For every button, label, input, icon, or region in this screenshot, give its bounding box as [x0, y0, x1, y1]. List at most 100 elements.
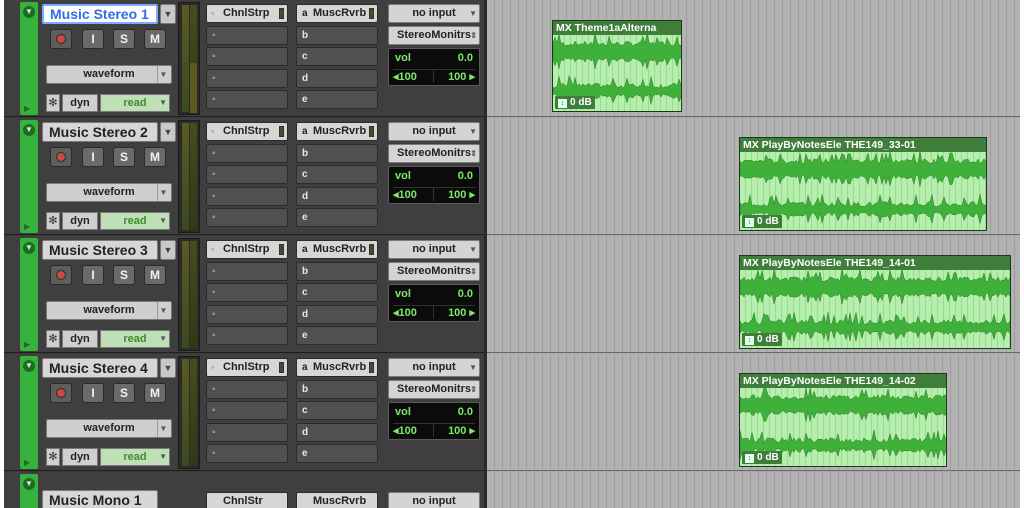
audio-clip[interactable]: MX PlayByNotesEle THE149_33-01 ↕ 0 dB	[739, 137, 987, 231]
track-color-bar[interactable]: ▼	[20, 474, 38, 508]
track-name[interactable]: Music Mono 1	[42, 490, 158, 508]
playlist-lane[interactable]: MX Theme1aAlterna ↕ 0 dB	[487, 0, 1020, 117]
output-select[interactable]: StereoMonitrs ⇕	[388, 262, 480, 281]
send-slot[interactable]: e	[296, 208, 378, 227]
playlist-lane[interactable]: MX PlayByNotesEle THE149_14-02 ↕ 0 dB	[487, 354, 1020, 471]
track-color-bar[interactable]: ▼ ▶	[20, 356, 38, 469]
dyn-button[interactable]: dyn	[62, 448, 98, 466]
input-monitor-button[interactable]: I	[82, 383, 104, 403]
volume-pan-display[interactable]: vol 0.0 ◂100 100 ▸	[388, 48, 480, 86]
track-row[interactable]: ▼ ▶ Music Stereo 1 ▼ I S M waveform ▼ ✻ dy…	[4, 0, 484, 130]
chevron-down-icon[interactable]: ▼	[160, 358, 176, 378]
send-slot[interactable]: e	[296, 444, 378, 463]
send-slot[interactable]: c	[296, 283, 378, 302]
insert-slot[interactable]: ◦	[206, 90, 288, 109]
chevron-down-icon[interactable]: ▼	[23, 478, 35, 490]
output-select[interactable]: StereoMonitrs ⇕	[388, 144, 480, 163]
insert-slot[interactable]: ◦	[206, 304, 288, 324]
track-color-bar[interactable]: ▼ ▶	[20, 120, 38, 233]
dyn-button[interactable]: dyn	[62, 94, 98, 112]
send-slot[interactable]: MuscRvrb	[296, 492, 378, 508]
solo-button[interactable]: S	[113, 265, 135, 285]
send-slot[interactable]: e	[296, 90, 378, 109]
audio-clip[interactable]: MX Theme1aAlterna ↕ 0 dB	[552, 20, 682, 112]
insert-slot[interactable]: ◦	[206, 379, 288, 399]
send-slot[interactable]: a MuscRvrb	[296, 358, 378, 377]
chevron-down-icon[interactable]: ▼	[23, 124, 35, 136]
insert-slot[interactable]: ◦	[206, 47, 288, 66]
insert-slot[interactable]: ◦ ChnlStrp	[206, 122, 288, 141]
send-slot[interactable]: c	[296, 47, 378, 66]
input-select[interactable]: no input ▼	[388, 122, 480, 141]
send-slot[interactable]: a MuscRvrb	[296, 4, 378, 23]
dyn-button[interactable]: dyn	[62, 330, 98, 348]
record-button[interactable]	[50, 147, 72, 167]
insert-slot[interactable]: ◦	[206, 401, 288, 420]
clip-gain[interactable]: ↕ 0 dB	[742, 333, 782, 346]
chevron-down-icon[interactable]: ▼	[160, 4, 176, 24]
dyn-button[interactable]: dyn	[62, 212, 98, 230]
input-select[interactable]: no input ▼	[388, 4, 480, 23]
snowflake-icon[interactable]: ✻	[46, 330, 60, 348]
send-slot[interactable]: c	[296, 401, 378, 420]
send-slot[interactable]: b	[296, 25, 378, 45]
input-monitor-button[interactable]: I	[82, 265, 104, 285]
insert-slot[interactable]: ◦	[206, 261, 288, 281]
clip-gain[interactable]: ↕ 0 dB	[742, 451, 782, 464]
send-slot[interactable]: d	[296, 304, 378, 324]
track-row-partial[interactable]: ▼ Music Mono 1 ChnlStr MuscRvrb no input	[4, 472, 484, 508]
send-slot[interactable]: e	[296, 326, 378, 345]
automation-mode-select[interactable]: read ▼	[100, 212, 170, 230]
insert-slot[interactable]: ◦ ChnlStrp	[206, 240, 288, 259]
snowflake-icon[interactable]: ✻	[46, 212, 60, 230]
mute-button[interactable]: M	[144, 29, 166, 49]
input-monitor-button[interactable]: I	[82, 29, 104, 49]
send-slot[interactable]: b	[296, 261, 378, 281]
insert-slot[interactable]: ◦	[206, 68, 288, 88]
record-button[interactable]	[50, 383, 72, 403]
insert-slot[interactable]: ◦	[206, 326, 288, 345]
input-monitor-button[interactable]: I	[82, 147, 104, 167]
send-slot[interactable]: b	[296, 143, 378, 163]
insert-slot[interactable]: ◦	[206, 25, 288, 45]
volume-pan-display[interactable]: vol 0.0 ◂100 100 ▸	[388, 284, 480, 322]
volume-pan-display[interactable]: vol 0.0 ◂100 100 ▸	[388, 166, 480, 204]
insert-slot[interactable]: ◦	[206, 186, 288, 206]
timeline[interactable]: MX Theme1aAlterna ↕ 0 dB MX PlayByNotesEl…	[484, 0, 1020, 508]
track-view-select[interactable]: waveform ▼	[46, 183, 172, 202]
send-slot[interactable]: d	[296, 422, 378, 442]
insert-slot[interactable]: ◦ ChnlStrp	[206, 4, 288, 23]
record-button[interactable]	[50, 265, 72, 285]
insert-slot[interactable]: ChnlStr	[206, 492, 288, 508]
clip-gain[interactable]: ↕ 0 dB	[555, 96, 595, 109]
send-slot[interactable]: d	[296, 186, 378, 206]
automation-mode-select[interactable]: read ▼	[100, 448, 170, 466]
track-color-bar[interactable]: ▼ ▶	[20, 2, 38, 115]
insert-slot[interactable]: ◦	[206, 143, 288, 163]
send-slot[interactable]: a MuscRvrb	[296, 122, 378, 141]
input-select[interactable]: no input ▼	[388, 358, 480, 377]
track-row[interactable]: ▼ ▶ Music Stereo 2 ▼ I S M waveform ▼ ✻ dy…	[4, 118, 484, 248]
mute-button[interactable]: M	[144, 383, 166, 403]
input-select[interactable]: no input ▼	[388, 240, 480, 259]
track-name[interactable]: Music Stereo 1	[42, 4, 158, 24]
solo-button[interactable]: S	[113, 29, 135, 49]
automation-mode-select[interactable]: read ▼	[100, 94, 170, 112]
track-name[interactable]: Music Stereo 4	[42, 358, 158, 378]
send-slot[interactable]: c	[296, 165, 378, 184]
track-row[interactable]: ▼ ▶ Music Stereo 4 ▼ I S M waveform ▼ ✻ dy…	[4, 354, 484, 484]
automation-mode-select[interactable]: read ▼	[100, 330, 170, 348]
record-button[interactable]	[50, 29, 72, 49]
solo-button[interactable]: S	[113, 147, 135, 167]
chevron-down-icon[interactable]: ▼	[160, 122, 176, 142]
insert-slot[interactable]: ◦	[206, 208, 288, 227]
volume-pan-display[interactable]: vol 0.0 ◂100 100 ▸	[388, 402, 480, 440]
snowflake-icon[interactable]: ✻	[46, 448, 60, 466]
track-view-select[interactable]: waveform ▼	[46, 65, 172, 84]
track-name[interactable]: Music Stereo 3	[42, 240, 158, 260]
chevron-down-icon[interactable]: ▼	[23, 6, 35, 18]
playlist-lane[interactable]: MX PlayByNotesEle THE149_33-01 ↕ 0 dB	[487, 118, 1020, 235]
mute-button[interactable]: M	[144, 265, 166, 285]
playlist-lane[interactable]: MX PlayByNotesEle THE149_14-01 ↕ 0 dB	[487, 236, 1020, 353]
track-color-bar[interactable]: ▼ ▶	[20, 238, 38, 351]
